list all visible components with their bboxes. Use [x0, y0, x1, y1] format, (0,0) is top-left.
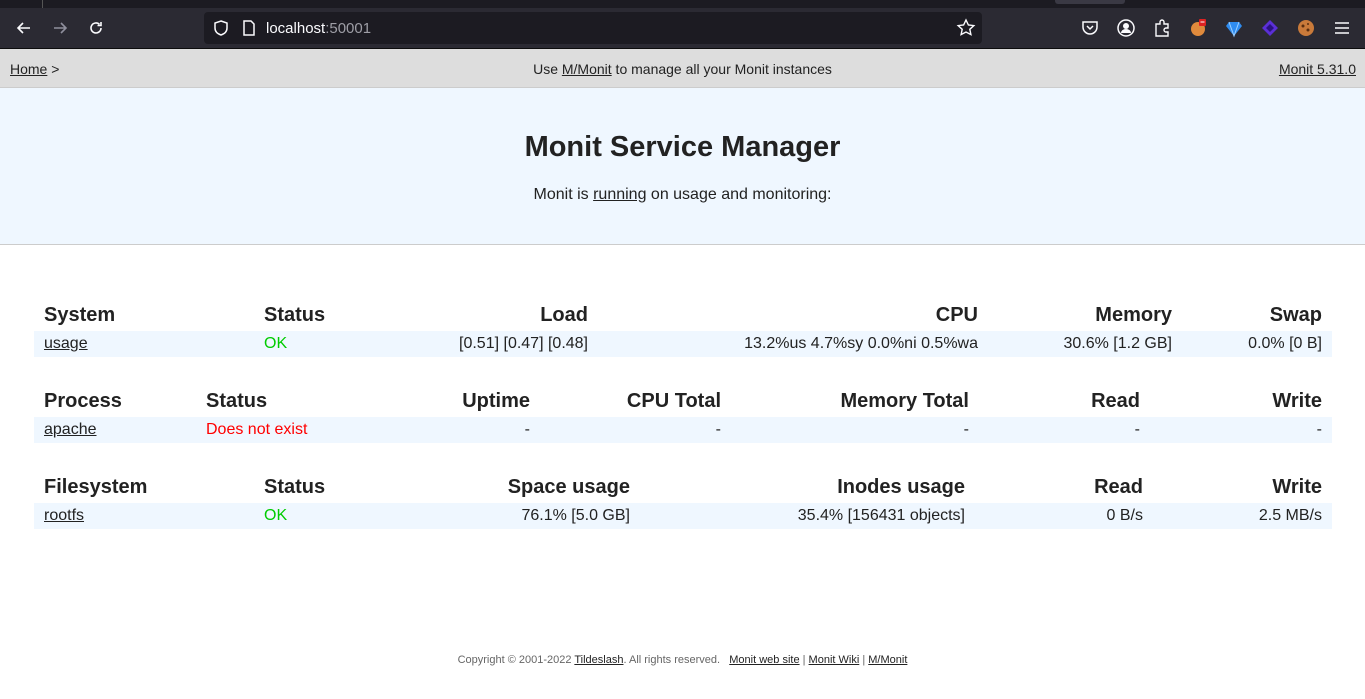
- cube-extension-icon[interactable]: [1260, 18, 1280, 38]
- forward-arrow-icon[interactable]: [48, 16, 72, 40]
- mmonit-promo: Use M/Monit to manage all your Monit ins…: [0, 61, 1365, 77]
- copyright-text: Copyright © 2001-2022: [457, 654, 575, 666]
- url-host: localhost: [266, 20, 326, 37]
- read-value: 0 B/s: [975, 503, 1153, 529]
- monit-status-line: Monit is running on usage and monitoring…: [0, 186, 1365, 204]
- cookie-editor-icon[interactable]: [1296, 18, 1316, 38]
- footer-separator: |: [859, 654, 869, 666]
- memory-value: 30.6% [1.2 GB]: [988, 331, 1182, 357]
- gem-extension-icon[interactable]: [1224, 18, 1244, 38]
- status-suffix: on usage and monitoring:: [646, 186, 832, 203]
- browser-tab-strip: [0, 0, 1365, 8]
- filesystem-link[interactable]: rootfs: [44, 507, 84, 524]
- filesystem-header: Filesystem: [44, 476, 148, 498]
- page-icon[interactable]: [240, 19, 258, 37]
- status-header: Status: [264, 304, 326, 326]
- memory-total-value: -: [731, 417, 979, 443]
- write-value: 2.5 MB/s: [1153, 503, 1332, 529]
- system-header: System: [44, 304, 116, 326]
- process-table-header: Process Status Uptime CPU Total Memory T…: [34, 385, 1332, 417]
- extensions-icon[interactable]: [1152, 18, 1172, 38]
- write-header: Write: [1272, 390, 1322, 412]
- pocket-icon[interactable]: [1080, 18, 1100, 38]
- back-arrow-icon[interactable]: [12, 16, 36, 40]
- process-name-cell: apache: [34, 417, 196, 443]
- footer: Copyright © 2001-2022 Tildeslash. All ri…: [0, 654, 1365, 666]
- monit-website-link[interactable]: Monit web site: [729, 654, 799, 666]
- mmonit-link[interactable]: M/Monit: [562, 61, 612, 77]
- url-bar[interactable]: localhost:50001: [204, 12, 982, 44]
- url-port: :50001: [325, 20, 372, 37]
- tab-scroll-indicator: [1055, 0, 1125, 4]
- rights-text: . All rights reserved.: [623, 654, 721, 666]
- cpu-total-value: -: [540, 417, 731, 443]
- promo-suffix: to manage all your Monit instances: [611, 61, 832, 77]
- status-header: Status: [264, 476, 326, 498]
- inodes-usage-value: 35.4% [156431 objects]: [640, 503, 975, 529]
- mmonit-footer-link[interactable]: M/Monit: [868, 654, 907, 666]
- space-usage-header: Space usage: [507, 476, 630, 498]
- reload-icon[interactable]: [84, 16, 108, 40]
- filesystem-name-cell: rootfs: [34, 503, 254, 529]
- table-row: apache Does not exist - - - - -: [34, 417, 1332, 443]
- cookie-extension-icon[interactable]: [1188, 18, 1208, 38]
- status-badge: Does not exist: [196, 417, 376, 443]
- swap-value: 0.0% [0 B]: [1182, 331, 1332, 357]
- space-usage-value: 76.1% [5.0 GB]: [414, 503, 640, 529]
- version-area: Monit 5.31.0: [1279, 61, 1356, 77]
- url-text[interactable]: localhost:50001: [266, 20, 371, 37]
- swap-header: Swap: [1269, 304, 1322, 326]
- read-value: -: [979, 417, 1150, 443]
- process-table: Process Status Uptime CPU Total Memory T…: [34, 385, 1332, 443]
- table-row: rootfs OK 76.1% [5.0 GB] 35.4% [156431 o…: [34, 503, 1332, 529]
- uptime-value: -: [376, 417, 540, 443]
- bookmark-star-icon[interactable]: [956, 18, 976, 38]
- write-header: Write: [1272, 476, 1322, 498]
- monit-nav-bar: Home > Use M/Monit to manage all your Mo…: [0, 49, 1365, 88]
- read-header: Read: [1091, 390, 1140, 412]
- status-badge: OK: [254, 331, 414, 357]
- read-header: Read: [1094, 476, 1143, 498]
- memory-header: Memory: [1095, 304, 1172, 326]
- load-value: [0.51] [0.47] [0.48]: [414, 331, 598, 357]
- status-header: Status: [206, 390, 268, 412]
- inodes-usage-header: Inodes usage: [837, 476, 965, 498]
- write-value: -: [1150, 417, 1332, 443]
- process-link[interactable]: apache: [44, 421, 97, 438]
- account-icon[interactable]: [1116, 18, 1136, 38]
- process-header: Process: [44, 390, 122, 412]
- monit-wiki-link[interactable]: Monit Wiki: [809, 654, 860, 666]
- filesystem-table: Filesystem Status Space usage Inodes usa…: [34, 471, 1332, 529]
- filesystem-table-header: Filesystem Status Space usage Inodes usa…: [34, 471, 1332, 503]
- system-name-cell: usage: [34, 331, 254, 357]
- system-table-header: System Status Load CPU Memory Swap: [34, 299, 1332, 331]
- version-link[interactable]: Monit 5.31.0: [1279, 61, 1356, 77]
- cpu-header: CPU: [935, 304, 978, 326]
- system-table: System Status Load CPU Memory Swap usage…: [34, 299, 1332, 357]
- memory-total-header: Memory Total: [840, 390, 969, 412]
- browser-toolbar: localhost:50001: [0, 8, 1365, 49]
- system-link[interactable]: usage: [44, 335, 88, 352]
- footer-separator: |: [799, 654, 809, 666]
- hamburger-menu-icon[interactable]: [1332, 18, 1352, 38]
- status-badge: OK: [254, 503, 414, 529]
- tildeslash-link[interactable]: Tildeslash: [574, 654, 623, 666]
- load-header: Load: [540, 304, 588, 326]
- uptime-header: Uptime: [462, 390, 530, 412]
- hero-section: Monit Service Manager Monit is running o…: [0, 88, 1365, 245]
- status-prefix: Monit is: [533, 186, 594, 203]
- page-title: Monit Service Manager: [524, 131, 841, 163]
- tab-separator: [42, 0, 43, 8]
- table-row: usage OK [0.51] [0.47] [0.48] 13.2%us 4.…: [34, 331, 1332, 357]
- cpu-total-header: CPU Total: [626, 390, 721, 412]
- shield-icon[interactable]: [212, 19, 230, 37]
- running-link[interactable]: running: [593, 186, 646, 203]
- cpu-value: 13.2%us 4.7%sy 0.0%ni 0.5%wa: [598, 331, 988, 357]
- promo-prefix: Use: [533, 61, 562, 77]
